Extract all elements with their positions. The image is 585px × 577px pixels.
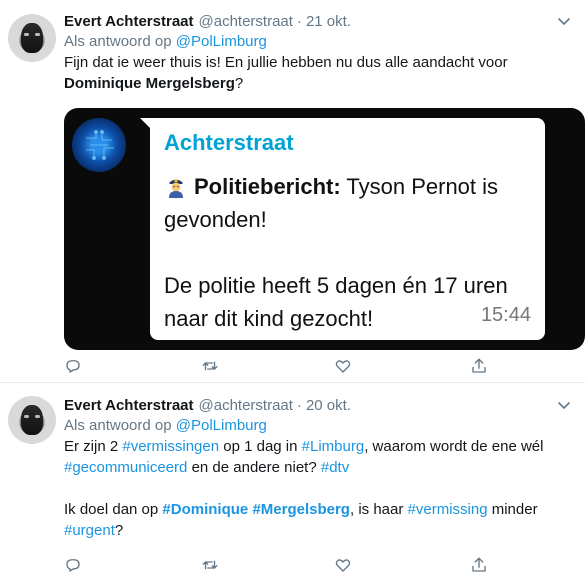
hashtag-link[interactable]: #gecommuniceerd xyxy=(64,459,187,476)
share-icon[interactable] xyxy=(470,357,490,377)
avatar[interactable] xyxy=(8,14,56,62)
tweet-actions xyxy=(64,556,504,576)
tweet[interactable]: Evert Achterstraat @achterstraat · 20 ok… xyxy=(0,384,585,577)
reply-icon[interactable] xyxy=(64,556,84,576)
timeline: Evert Achterstraat @achterstraat · 21 ok… xyxy=(0,0,585,577)
tweet-media-image[interactable]: Achterstraat Politiebericht: Tyson Perno… xyxy=(64,108,585,350)
text-segment: , is haar xyxy=(349,501,408,518)
reply-prefix: Als antwoord op xyxy=(64,33,172,50)
avatar[interactable] xyxy=(8,396,56,444)
chat-sender: Achterstraat xyxy=(164,130,294,155)
chevron-down-icon[interactable] xyxy=(557,14,571,28)
text-segment: ? xyxy=(114,522,124,539)
heart-icon[interactable] xyxy=(334,357,354,377)
tweet-text: Er zijn 2 #vermissingen op 1 dag in #Lim… xyxy=(64,436,571,541)
author-handle[interactable]: @achterstraat xyxy=(199,396,293,416)
tweet-header: Evert Achterstraat @achterstraat · 20 ok… xyxy=(64,396,571,416)
separator: · xyxy=(296,13,302,30)
heart-icon[interactable] xyxy=(334,556,354,576)
chat-message-line2: De politie heeft 5 dagen én 17 uren naar… xyxy=(164,273,508,331)
chat-bubble: Achterstraat Politiebericht: Tyson Perno… xyxy=(150,118,545,340)
hashtag-link[interactable]: #dtv xyxy=(321,459,349,476)
tweet-text-end: ? xyxy=(234,75,244,92)
tweet[interactable]: Evert Achterstraat @achterstraat · 21 ok… xyxy=(0,0,585,383)
author-handle[interactable]: @achterstraat xyxy=(199,12,293,32)
tweet-text-line: Fijn dat ie weer thuis is! En jullie heb… xyxy=(64,54,508,71)
retweet-icon[interactable] xyxy=(201,357,221,377)
hashtag-link[interactable]: #urgent xyxy=(64,522,115,539)
hashtag-link[interactable]: #vermissingen xyxy=(122,438,219,455)
tweet-actions xyxy=(64,357,504,377)
reply-icon[interactable] xyxy=(64,357,84,377)
share-icon[interactable] xyxy=(470,556,490,576)
chat-message-bold: Politiebericht: xyxy=(194,174,341,199)
retweet-icon[interactable] xyxy=(201,556,221,576)
hashtag-link[interactable]: #Limburg xyxy=(302,438,365,455)
text-segment: op 1 dag in xyxy=(219,438,302,455)
reply-context: Als antwoord op @PolLimburg xyxy=(64,32,571,52)
author-name[interactable]: Evert Achterstraat xyxy=(64,12,194,32)
reply-mention-link[interactable]: @PolLimburg xyxy=(176,33,267,50)
text-segment: minder xyxy=(487,501,538,518)
hashtag-link[interactable]: #Dominique xyxy=(162,501,248,518)
hashtag-link[interactable]: #vermissing xyxy=(408,501,488,518)
tweet-date[interactable]: 20 okt. xyxy=(306,396,351,416)
author-name[interactable]: Evert Achterstraat xyxy=(64,396,194,416)
tweet-text: Fijn dat ie weer thuis is! En jullie heb… xyxy=(64,52,571,94)
separator: · xyxy=(296,397,302,414)
text-segment: en de andere niet? xyxy=(187,459,321,476)
police-officer-emoji xyxy=(164,174,188,198)
reply-context: Als antwoord op @PolLimburg xyxy=(64,416,571,436)
chat-timestamp: 15:44 xyxy=(480,304,531,326)
tweet-date[interactable]: 21 okt. xyxy=(306,12,351,32)
text-segment: , waarom wordt de ene wél xyxy=(364,438,544,455)
tweet-header: Evert Achterstraat @achterstraat · 21 ok… xyxy=(64,12,571,32)
reply-mention-link[interactable]: @PolLimburg xyxy=(176,417,267,434)
text-segment: Er zijn 2 xyxy=(64,438,123,455)
reply-prefix: Als antwoord op xyxy=(64,417,172,434)
tweet-text-bold: Dominique Mergelsberg xyxy=(64,75,235,92)
chevron-down-icon[interactable] xyxy=(557,398,571,412)
hashtag-link[interactable]: #Mergelsberg xyxy=(252,501,350,518)
chat-avatar xyxy=(72,118,126,172)
text-segment: Ik doel dan op xyxy=(64,501,163,518)
